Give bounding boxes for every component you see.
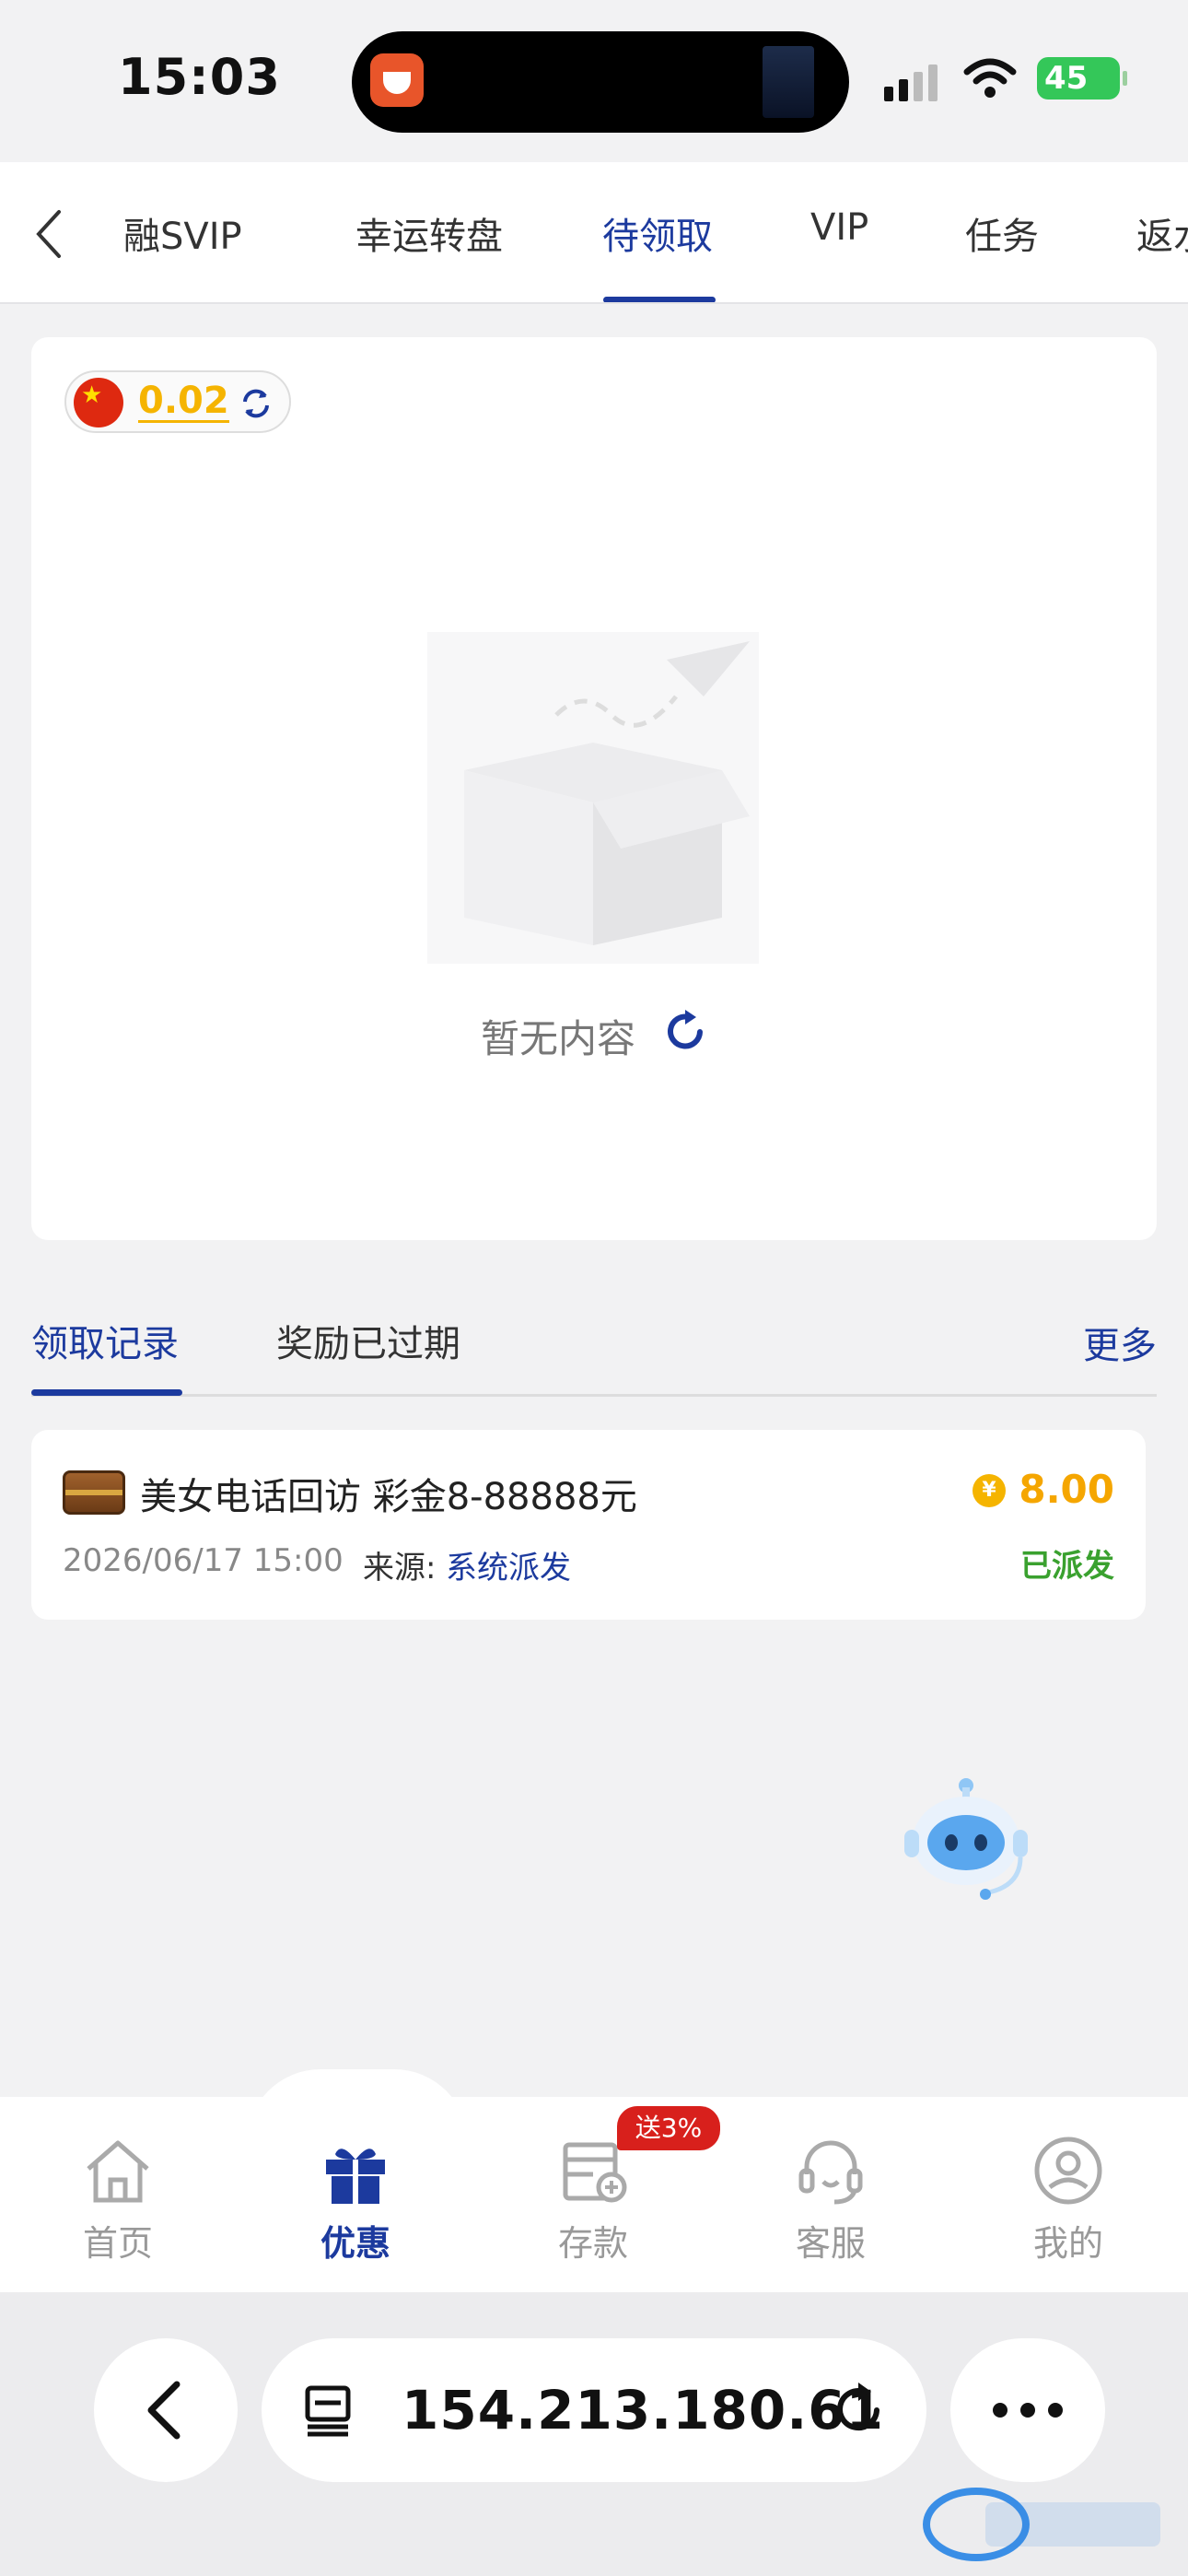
refresh-balance-icon[interactable] bbox=[238, 385, 274, 422]
bottom-nav-bump bbox=[247, 2069, 468, 2143]
nav-promotions-label: 优惠 bbox=[320, 2223, 390, 2264]
tab-pending[interactable]: 待领取 bbox=[602, 206, 713, 260]
tab-claim-records[interactable]: 领取记录 bbox=[31, 1314, 179, 1367]
deposit-bonus-badge: 送3% bbox=[617, 2106, 720, 2150]
empty-state-text: 暂无内容 bbox=[481, 1016, 636, 1061]
status-bar: 15:03 45 bbox=[0, 0, 1188, 162]
record-title: 美女电话回访 彩金8-88888元 bbox=[140, 1476, 637, 1518]
tab-svip[interactable]: 融SVIP bbox=[123, 206, 242, 260]
island-media-thumbnail bbox=[763, 46, 814, 118]
more-dots-icon bbox=[993, 2403, 1063, 2418]
nav-profile[interactable]: 我的 bbox=[995, 2134, 1142, 2266]
tab-expired-rewards[interactable]: 奖励已过期 bbox=[276, 1314, 460, 1367]
home-icon bbox=[87, 2140, 149, 2203]
list-item[interactable]: 美女电话回访 彩金8-88888元 ¥ 8.00 2026/06/17 15:0… bbox=[31, 1430, 1146, 1620]
pending-rewards-card: 0.02 暂无内容 bbox=[31, 337, 1157, 1240]
nav-deposit[interactable]: 存款 bbox=[519, 2134, 667, 2266]
robot-assistant-icon[interactable] bbox=[901, 1774, 1031, 1903]
user-icon bbox=[1034, 2137, 1102, 2205]
reload-icon[interactable] bbox=[659, 1006, 711, 1058]
watermark-logo bbox=[923, 2488, 1160, 2561]
record-date: 2026/06/17 15:00 bbox=[63, 1542, 344, 1579]
back-chevron-icon bbox=[147, 2381, 181, 2440]
active-record-tab-indicator bbox=[31, 1389, 182, 1396]
browser-more-button[interactable] bbox=[950, 2338, 1105, 2482]
dynamic-island bbox=[352, 31, 849, 133]
coin-icon: ¥ bbox=[973, 1474, 1006, 1507]
nav-profile-label: 我的 bbox=[1032, 2223, 1103, 2264]
status-time: 15:03 bbox=[118, 48, 281, 106]
balance-pill: 0.02 bbox=[64, 370, 291, 433]
address-bar[interactable]: 154.213.180.61 bbox=[262, 2338, 926, 2482]
record-source-label: 来源: bbox=[363, 1550, 437, 1587]
tab-lucky-wheel[interactable]: 幸运转盘 bbox=[355, 206, 503, 260]
tab-tasks[interactable]: 任务 bbox=[965, 206, 1039, 260]
island-app-icon bbox=[370, 53, 424, 107]
back-chevron-icon[interactable] bbox=[31, 206, 68, 262]
nav-promotions[interactable]: 优惠 bbox=[282, 2134, 429, 2266]
record-amount: 8.00 bbox=[1019, 1467, 1114, 1512]
record-tabs: 领取记录 奖励已过期 更多 bbox=[31, 1308, 1157, 1397]
active-tab-indicator bbox=[603, 297, 716, 302]
empty-box-illustration bbox=[427, 632, 759, 964]
nav-deposit-label: 存款 bbox=[557, 2223, 628, 2264]
nav-customer-service-label: 客服 bbox=[795, 2223, 866, 2264]
headset-icon bbox=[798, 2140, 863, 2205]
tab-vip[interactable]: VIP bbox=[810, 206, 868, 249]
status-badge: 已派发 bbox=[1020, 1548, 1114, 1585]
cellular-signal-icon bbox=[884, 64, 938, 101]
nav-home-label: 首页 bbox=[82, 2223, 153, 2264]
browser-back-button[interactable] bbox=[94, 2338, 238, 2482]
wifi-icon bbox=[963, 58, 1017, 98]
reload-icon[interactable] bbox=[831, 2381, 888, 2438]
balance-value: 0.02 bbox=[138, 380, 229, 423]
nav-home[interactable]: 首页 bbox=[44, 2134, 192, 2266]
url-text: 154.213.180.61 bbox=[402, 2379, 885, 2441]
tab-rebate[interactable]: 返水 bbox=[1136, 206, 1188, 260]
category-tab-bar: 融SVIP 幸运转盘 待领取 VIP 任务 返水 bbox=[0, 162, 1188, 304]
treasure-chest-icon bbox=[63, 1470, 125, 1515]
record-source: 系统派发 bbox=[446, 1550, 571, 1587]
gift-icon bbox=[326, 2149, 385, 2204]
nav-customer-service[interactable]: 客服 bbox=[757, 2134, 904, 2266]
more-link[interactable]: 更多 bbox=[1083, 1316, 1157, 1369]
battery-indicator: 45 bbox=[1037, 57, 1127, 100]
page-settings-icon[interactable] bbox=[302, 2384, 355, 2438]
china-flag-icon bbox=[74, 378, 123, 427]
